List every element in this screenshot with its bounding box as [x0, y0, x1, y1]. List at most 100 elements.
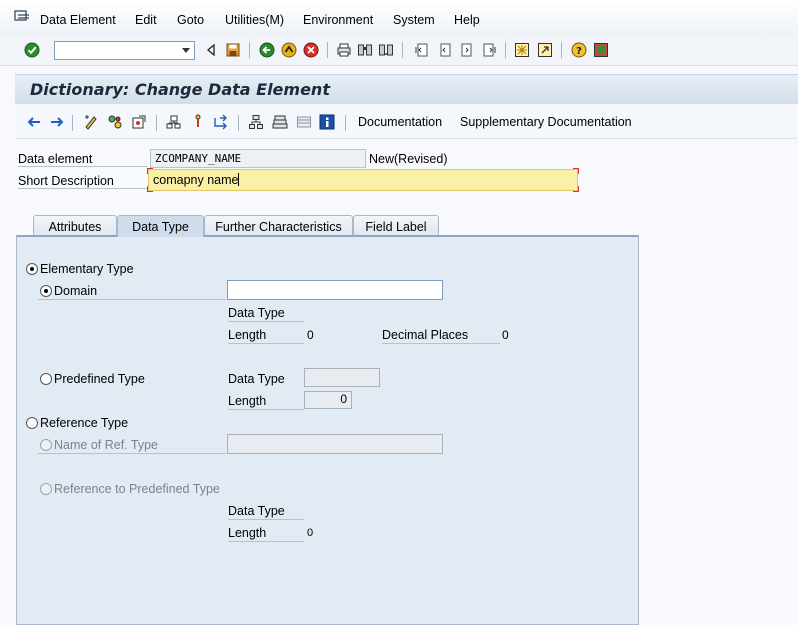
short-description-value: comapny name	[153, 173, 239, 187]
check-object-icon[interactable]	[107, 114, 123, 130]
elementary-type-label: Elementary Type	[40, 262, 134, 276]
predefined-length-input[interactable]: 0	[304, 391, 352, 409]
documentation-button[interactable]: Documentation	[358, 115, 442, 129]
name-of-ref-type-input[interactable]	[227, 434, 443, 454]
label-underline	[228, 343, 304, 344]
shortcut-icon[interactable]	[537, 42, 553, 58]
tab-data-type[interactable]: Data Type	[117, 215, 204, 237]
tab-field-label[interactable]: Field Label	[353, 215, 439, 237]
menu-utilities[interactable]: Utilities(M)	[225, 13, 284, 27]
required-marker	[573, 168, 579, 174]
save-icon[interactable]	[225, 42, 241, 58]
table-display-icon[interactable]	[296, 114, 312, 130]
reference-to-predefined-type-radio[interactable]	[40, 483, 52, 495]
predefined-type-radio[interactable]	[40, 373, 52, 385]
first-page-icon[interactable]	[414, 42, 430, 58]
arrow-right-icon[interactable]	[49, 114, 65, 130]
collapse-left-icon[interactable]	[204, 42, 220, 58]
print-icon[interactable]	[336, 42, 352, 58]
label-underline	[18, 166, 148, 167]
name-of-ref-type-radio[interactable]	[40, 439, 52, 451]
customize-layout-icon[interactable]	[593, 42, 609, 58]
decimal-places-value: 0	[502, 328, 509, 342]
domain-data-type-label: Data Type	[228, 306, 285, 320]
cancel-icon[interactable]	[303, 42, 319, 58]
last-page-icon[interactable]	[481, 42, 497, 58]
supplementary-documentation-button[interactable]: Supplementary Documentation	[460, 115, 632, 129]
data-element-field: ZCOMPANY_NAME	[150, 149, 366, 168]
toolbar-separator	[238, 115, 239, 131]
command-field[interactable]	[54, 41, 195, 60]
toolbar-separator	[345, 115, 346, 131]
where-used-list-icon[interactable]	[165, 114, 181, 130]
menu-edit[interactable]: Edit	[135, 13, 157, 27]
page-title: Dictionary: Change Data Element	[30, 80, 330, 99]
enter-checkmark-icon[interactable]	[24, 42, 40, 58]
ref-length-label: Length	[228, 526, 267, 540]
menu-help[interactable]: Help	[454, 13, 480, 27]
domain-length-label: Length	[228, 328, 267, 342]
menu-data-element[interactable]: Data Element	[40, 13, 116, 27]
stack-icon[interactable]	[272, 114, 288, 130]
find-icon[interactable]	[357, 42, 373, 58]
object-list-icon[interactable]	[191, 114, 207, 130]
hierarchy-icon[interactable]	[248, 114, 264, 130]
reference-type-label: Reference Type	[40, 416, 129, 430]
chevron-down-icon[interactable]	[182, 48, 190, 53]
exit-icon[interactable]	[281, 42, 297, 58]
reference-to-predefined-type-label: Reference to Predefined Type	[54, 482, 220, 496]
display-change-icon[interactable]	[83, 114, 99, 130]
label-underline	[382, 343, 500, 344]
required-marker	[573, 186, 579, 192]
activate-icon[interactable]	[131, 114, 147, 130]
menu-environment[interactable]: Environment	[303, 13, 373, 27]
toolbar-separator	[505, 42, 506, 58]
system-menu-icon[interactable]	[14, 10, 30, 24]
domain-input[interactable]	[227, 280, 443, 300]
menu-system[interactable]: System	[393, 13, 435, 27]
toolbar-separator	[249, 42, 250, 58]
domain-length-value: 0	[307, 328, 314, 342]
menu-goto[interactable]: Goto	[177, 13, 204, 27]
status-text: New(Revised)	[369, 152, 448, 166]
info-icon[interactable]	[319, 114, 335, 130]
elementary-type-radio[interactable]	[26, 263, 38, 275]
short-description-input[interactable]: comapny name	[148, 169, 578, 191]
svg-text:?: ?	[576, 46, 582, 57]
ref-data-type-label: Data Type	[228, 504, 285, 518]
domain-label: Domain	[54, 284, 98, 298]
required-marker	[147, 168, 153, 174]
short-description-label: Short Description	[18, 174, 114, 188]
help-icon[interactable]: ?	[571, 42, 587, 58]
create-session-icon[interactable]	[514, 42, 530, 58]
label-underline	[228, 541, 304, 542]
decimal-places-label: Decimal Places	[382, 328, 469, 342]
name-of-ref-type-label: Name of Ref. Type	[54, 438, 158, 452]
label-underline	[228, 321, 304, 322]
predefined-data-type-input[interactable]	[304, 368, 380, 387]
previous-page-icon[interactable]	[437, 42, 453, 58]
required-marker	[147, 186, 153, 192]
predefined-type-label: Predefined Type	[54, 372, 145, 386]
text-cursor	[238, 173, 240, 186]
find-next-icon[interactable]	[378, 42, 394, 58]
toolbar-separator	[402, 42, 403, 58]
toolbar-separator	[327, 42, 328, 58]
domain-radio[interactable]	[40, 285, 52, 297]
tab-further-characteristics[interactable]: Further Characteristics	[204, 215, 353, 237]
reference-type-radio[interactable]	[26, 417, 38, 429]
back-icon[interactable]	[259, 42, 275, 58]
predefined-data-type-label: Data Type	[228, 372, 285, 386]
toolbar-separator	[156, 115, 157, 131]
toolbar-separator	[561, 42, 562, 58]
label-underline	[18, 188, 148, 189]
label-underline	[228, 519, 304, 520]
arrow-left-icon[interactable]	[26, 114, 42, 130]
toolbar-separator	[72, 115, 73, 131]
tab-attributes[interactable]: Attributes	[33, 215, 117, 237]
next-page-icon[interactable]	[459, 42, 475, 58]
ref-length-value: 0	[307, 527, 314, 539]
label-underline	[38, 299, 226, 300]
data-element-label: Data element	[18, 152, 93, 166]
navigation-window-icon[interactable]	[212, 114, 228, 130]
